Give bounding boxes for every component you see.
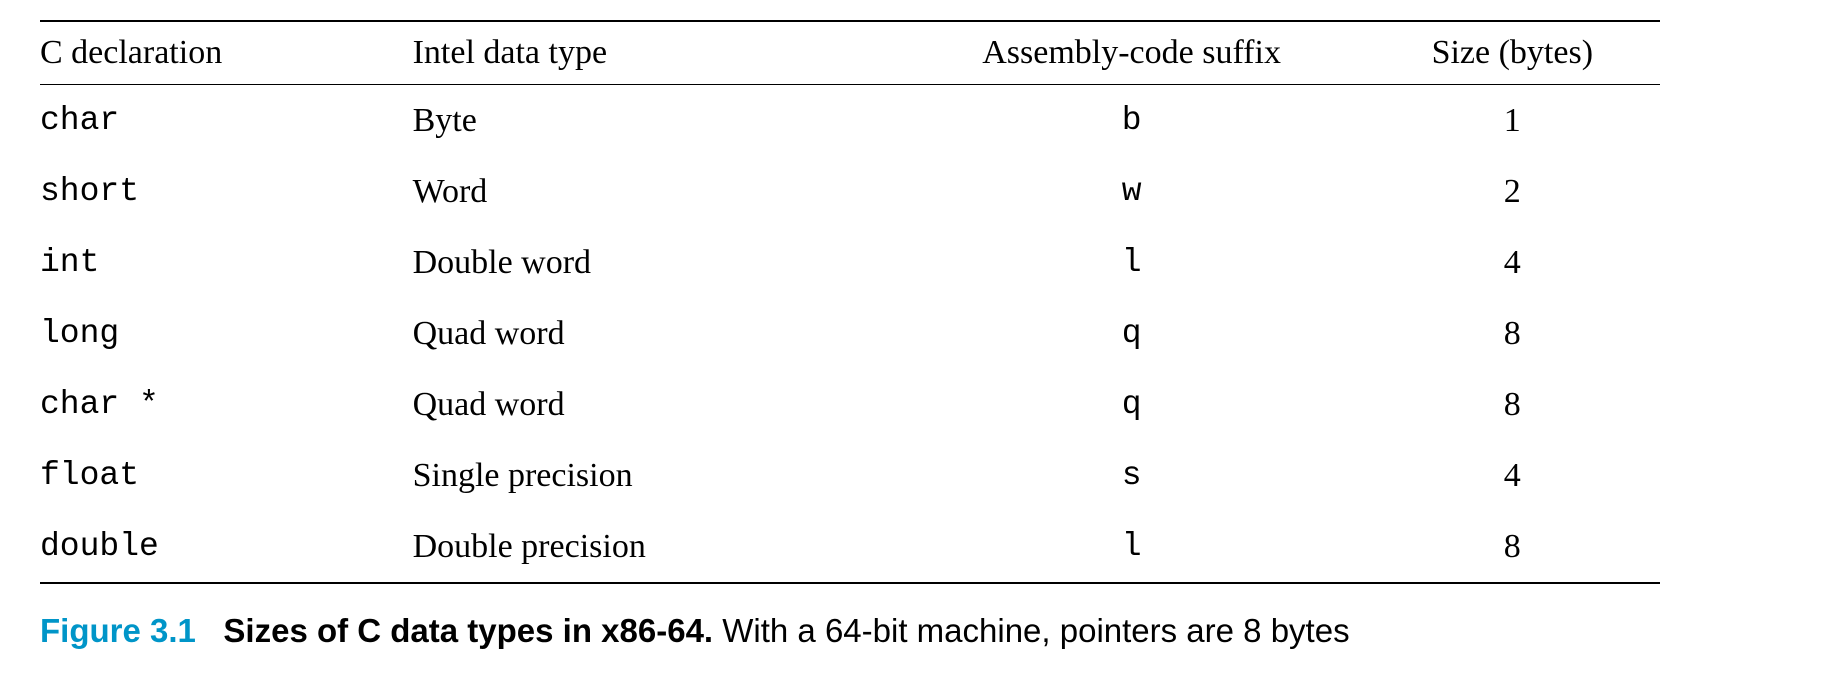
cell-decl: float bbox=[40, 440, 413, 511]
cell-suffix: b bbox=[899, 85, 1385, 157]
cell-size: 8 bbox=[1385, 511, 1660, 583]
cell-intel: Byte bbox=[413, 85, 899, 157]
header-intel-data-type: Intel data type bbox=[413, 21, 899, 85]
cell-intel: Word bbox=[413, 156, 899, 227]
cell-size: 4 bbox=[1385, 440, 1660, 511]
table-row: float Single precision s 4 bbox=[40, 440, 1660, 511]
table-row: short Word w 2 bbox=[40, 156, 1660, 227]
cell-size: 8 bbox=[1385, 369, 1660, 440]
figure-description: With a 64-bit machine, pointers are 8 by… bbox=[722, 612, 1349, 649]
cell-size: 4 bbox=[1385, 227, 1660, 298]
cell-decl: char * bbox=[40, 369, 413, 440]
cell-size: 1 bbox=[1385, 85, 1660, 157]
table-header-row: C declaration Intel data type Assembly-c… bbox=[40, 21, 1660, 85]
cell-decl: long bbox=[40, 298, 413, 369]
header-c-declaration: C declaration bbox=[40, 21, 413, 85]
header-size-bytes: Size (bytes) bbox=[1385, 21, 1660, 85]
figure-title: Sizes of C data types in x86-64. bbox=[223, 612, 713, 649]
table-row: char Byte b 1 bbox=[40, 85, 1660, 157]
cell-size: 8 bbox=[1385, 298, 1660, 369]
cell-suffix: q bbox=[899, 369, 1385, 440]
figure-caption: Figure 3.1 Sizes of C data types in x86-… bbox=[40, 608, 1804, 654]
cell-decl: short bbox=[40, 156, 413, 227]
header-assembly-suffix: Assembly-code suffix bbox=[899, 21, 1385, 85]
cell-suffix: s bbox=[899, 440, 1385, 511]
cell-intel: Quad word bbox=[413, 369, 899, 440]
cell-decl: char bbox=[40, 85, 413, 157]
cell-decl: int bbox=[40, 227, 413, 298]
table-row: char * Quad word q 8 bbox=[40, 369, 1660, 440]
cell-suffix: q bbox=[899, 298, 1385, 369]
cell-suffix: l bbox=[899, 511, 1385, 583]
cell-intel: Quad word bbox=[413, 298, 899, 369]
cell-intel: Double word bbox=[413, 227, 899, 298]
table-row: double Double precision l 8 bbox=[40, 511, 1660, 583]
cell-intel: Single precision bbox=[413, 440, 899, 511]
figure-label: Figure 3.1 bbox=[40, 612, 196, 649]
table-row: int Double word l 4 bbox=[40, 227, 1660, 298]
data-types-table: C declaration Intel data type Assembly-c… bbox=[40, 20, 1660, 584]
cell-decl: double bbox=[40, 511, 413, 583]
cell-intel: Double precision bbox=[413, 511, 899, 583]
table-row: long Quad word q 8 bbox=[40, 298, 1660, 369]
cell-suffix: l bbox=[899, 227, 1385, 298]
cell-size: 2 bbox=[1385, 156, 1660, 227]
cell-suffix: w bbox=[899, 156, 1385, 227]
